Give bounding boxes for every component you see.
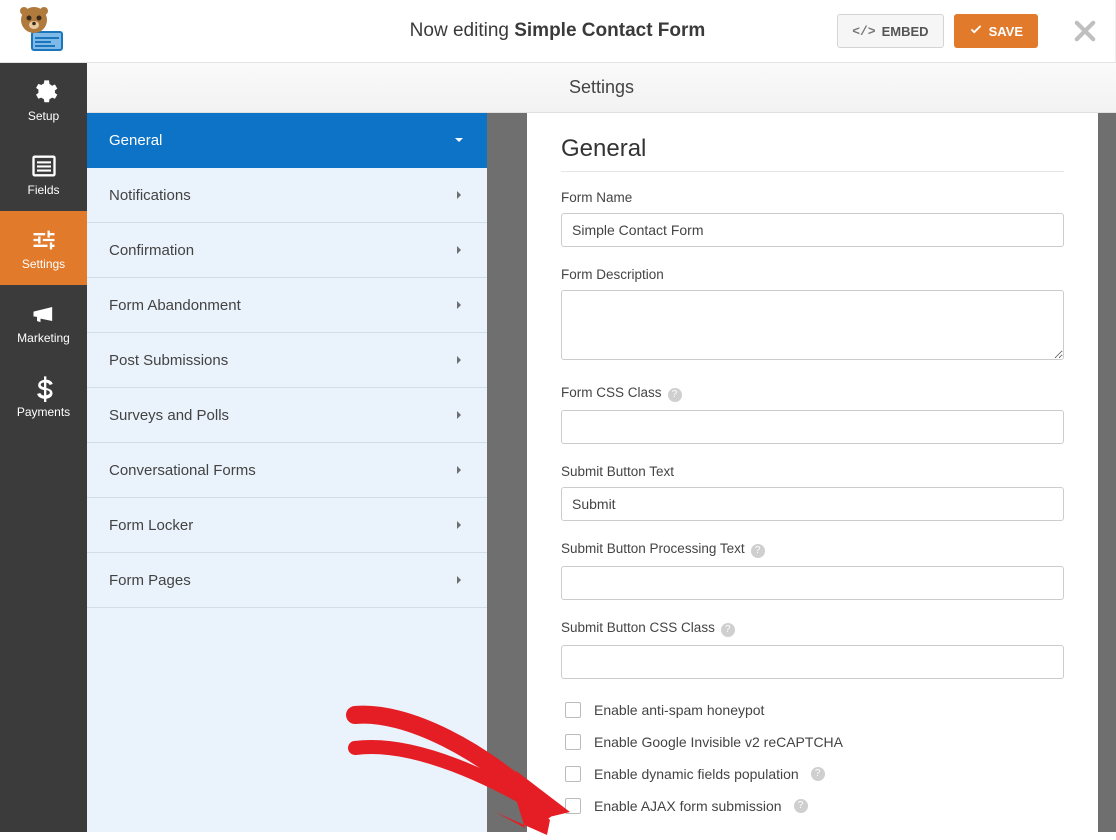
form-name-label: Form Name [561, 190, 1064, 205]
chevron-right-icon [453, 464, 465, 476]
chevron-right-icon [453, 354, 465, 366]
divider [561, 171, 1064, 172]
check-icon [969, 23, 983, 40]
form-name-input[interactable] [561, 213, 1064, 247]
primary-nav: Setup Fields Settings Marketing Payments [0, 63, 87, 832]
subnav-general[interactable]: General [87, 113, 487, 168]
recaptcha-label: Enable Google Invisible v2 reCAPTCHA [594, 734, 843, 750]
dollar-icon [30, 374, 58, 402]
nav-settings[interactable]: Settings [0, 211, 87, 285]
app-logo [12, 4, 68, 59]
top-toolbar: Now editing Simple Contact Form </> EMBE… [0, 0, 1116, 63]
submit-css-class-input[interactable] [561, 645, 1064, 679]
chevron-right-icon [453, 299, 465, 311]
chevron-down-icon [453, 134, 465, 146]
close-button[interactable] [1074, 18, 1096, 49]
nav-marketing[interactable]: Marketing [0, 285, 87, 359]
list-icon [30, 152, 58, 180]
subnav-conversational-forms[interactable]: Conversational Forms [87, 443, 487, 498]
recaptcha-checkbox[interactable] [565, 734, 581, 750]
form-css-class-label: Form CSS Class? [561, 385, 1064, 402]
save-button[interactable]: SAVE [954, 14, 1038, 48]
subnav-form-pages[interactable]: Form Pages [87, 553, 487, 608]
help-icon[interactable]: ? [811, 767, 825, 781]
antispam-checkbox[interactable] [565, 702, 581, 718]
chevron-right-icon [453, 244, 465, 256]
ajax-submission-checkbox[interactable] [565, 798, 581, 814]
settings-subnav: General Notifications Confirmation Form … [87, 113, 487, 832]
chevron-right-icon [453, 189, 465, 201]
subnav-surveys-polls[interactable]: Surveys and Polls [87, 388, 487, 443]
submit-processing-label: Submit Button Processing Text? [561, 541, 1064, 558]
chevron-right-icon [453, 409, 465, 421]
panel-heading: General [561, 135, 1064, 163]
form-css-class-input[interactable] [561, 410, 1064, 444]
main-area: Setup Fields Settings Marketing Payments… [0, 63, 1116, 832]
submit-button-text-input[interactable] [561, 487, 1064, 521]
form-description-textarea[interactable] [561, 290, 1064, 360]
megaphone-icon [30, 300, 58, 328]
divider-column [487, 113, 527, 832]
content-heading: Settings [87, 63, 1116, 113]
subnav-confirmation[interactable]: Confirmation [87, 223, 487, 278]
subnav-form-abandonment[interactable]: Form Abandonment [87, 278, 487, 333]
submit-css-class-label: Submit Button CSS Class? [561, 620, 1064, 637]
form-description-label: Form Description [561, 267, 1064, 282]
help-icon[interactable]: ? [668, 388, 682, 402]
scrollbar-rail [1098, 113, 1116, 832]
subnav-post-submissions[interactable]: Post Submissions [87, 333, 487, 388]
chevron-right-icon [453, 574, 465, 586]
gear-icon [30, 78, 58, 106]
chevron-right-icon [453, 519, 465, 531]
embed-button[interactable]: </> EMBED [837, 14, 943, 48]
nav-setup[interactable]: Setup [0, 63, 87, 137]
dynamic-fields-checkbox[interactable] [565, 766, 581, 782]
ajax-submission-label: Enable AJAX form submission [594, 798, 782, 814]
nav-fields[interactable]: Fields [0, 137, 87, 211]
settings-panel: General Form Name Form Description Form … [527, 113, 1098, 832]
page-title: Now editing Simple Contact Form [410, 20, 706, 42]
help-icon[interactable]: ? [751, 544, 765, 558]
dynamic-fields-label: Enable dynamic fields population [594, 766, 799, 782]
submit-processing-input[interactable] [561, 566, 1064, 600]
nav-payments[interactable]: Payments [0, 359, 87, 433]
sliders-icon [30, 226, 58, 254]
subnav-notifications[interactable]: Notifications [87, 168, 487, 223]
code-icon: </> [852, 24, 875, 39]
submit-button-text-label: Submit Button Text [561, 464, 1064, 479]
help-icon[interactable]: ? [721, 623, 735, 637]
antispam-label: Enable anti-spam honeypot [594, 702, 764, 718]
help-icon[interactable]: ? [794, 799, 808, 813]
content-area: Settings General Notifications Confirmat… [87, 63, 1116, 832]
subnav-form-locker[interactable]: Form Locker [87, 498, 487, 553]
